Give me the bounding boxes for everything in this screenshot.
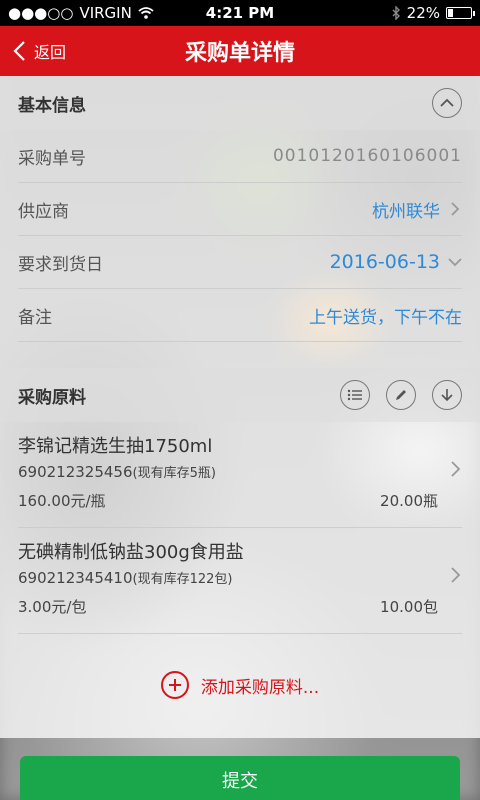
download-button[interactable] xyxy=(432,380,462,410)
pencil-icon xyxy=(396,390,406,400)
plus-circle-icon xyxy=(160,671,189,699)
status-bar: ●●●○○ VIRGIN 4:21 PM 22% xyxy=(0,0,480,26)
basic-info-panel: 采购单号 0010120160106001 供应商 杭州联华 要求到货日 201… xyxy=(0,130,480,368)
signal-dots-icon: ●●●○○ xyxy=(8,4,74,22)
edit-button[interactable] xyxy=(386,380,416,410)
list-button[interactable] xyxy=(340,380,370,410)
arrival-date-row[interactable]: 要求到货日 2016-06-13 xyxy=(18,236,462,289)
battery-icon xyxy=(446,7,475,19)
bluetooth-icon xyxy=(392,6,400,20)
material-barcode-line: 690212325456(现有库存5瓶) xyxy=(18,462,216,481)
material-item[interactable]: 无碘精制低钠盐300g食用盐 690212345410(现有库存122包) 3.… xyxy=(18,528,462,634)
materials-header: 采购原料 xyxy=(0,368,480,422)
add-material-button[interactable]: 添加采购原料... xyxy=(0,632,480,738)
material-barcode-line: 690212345410(现有库存122包) xyxy=(18,568,233,587)
materials-title: 采购原料 xyxy=(18,387,86,408)
material-name: 李锦记精选生抽1750ml xyxy=(18,436,213,457)
back-label: 返回 xyxy=(34,43,67,62)
basic-info-header[interactable]: 基本信息 xyxy=(0,76,480,130)
back-button[interactable]: 返回 xyxy=(12,26,66,76)
supplier-row[interactable]: 供应商 杭州联华 xyxy=(18,183,462,236)
material-price: 3.00元/包 xyxy=(18,598,87,616)
material-name: 无碘精制低钠盐300g食用盐 xyxy=(18,542,244,563)
material-item[interactable]: 李锦记精选生抽1750ml 690212325456(现有库存5瓶) 160.0… xyxy=(18,422,462,528)
arrival-date-value: 2016-06-13 xyxy=(329,251,440,273)
supplier-value: 杭州联华 xyxy=(372,201,440,222)
arrival-date-label: 要求到货日 xyxy=(18,254,103,275)
order-number-row: 采购单号 0010120160106001 xyxy=(18,130,462,183)
wifi-icon xyxy=(138,7,154,19)
remark-label: 备注 xyxy=(18,307,52,328)
status-time: 4:21 PM xyxy=(205,4,275,22)
page-title: 采购单详情 xyxy=(184,41,295,66)
material-stock: (现有库存5瓶) xyxy=(132,466,216,481)
submit-button[interactable]: 提交 xyxy=(20,756,460,800)
chevron-left-icon xyxy=(13,41,25,61)
battery-percent: 22% xyxy=(406,4,440,22)
list-icon xyxy=(347,389,362,401)
order-number-value: 0010120160106001 xyxy=(272,146,462,166)
material-price: 160.00元/瓶 xyxy=(18,492,106,510)
chevron-up-icon xyxy=(440,98,454,107)
material-quantity: 10.00包 xyxy=(380,598,438,616)
chevron-down-icon xyxy=(448,258,462,267)
order-number-label: 采购单号 xyxy=(18,148,86,169)
supplier-label: 供应商 xyxy=(18,201,69,222)
chevron-right-icon xyxy=(451,461,461,477)
remark-row[interactable]: 备注 上午送货，下午不在 xyxy=(18,289,462,342)
carrier-name: VIRGIN xyxy=(79,4,132,22)
remark-value[interactable]: 上午送货，下午不在 xyxy=(309,303,462,328)
basic-info-title: 基本信息 xyxy=(18,95,86,116)
add-material-label: 添加采购原料... xyxy=(200,677,320,698)
nav-bar: 返回 采购单详情 xyxy=(0,26,480,76)
material-barcode: 690212325456 xyxy=(18,463,133,481)
material-barcode: 690212345410 xyxy=(18,569,133,587)
chevron-right-icon xyxy=(451,202,460,216)
chevron-right-icon xyxy=(451,567,461,583)
collapse-button[interactable] xyxy=(432,88,462,118)
material-stock: (现有库存122包) xyxy=(132,572,233,587)
material-quantity: 20.00瓶 xyxy=(380,492,438,510)
arrow-down-icon xyxy=(441,389,453,402)
